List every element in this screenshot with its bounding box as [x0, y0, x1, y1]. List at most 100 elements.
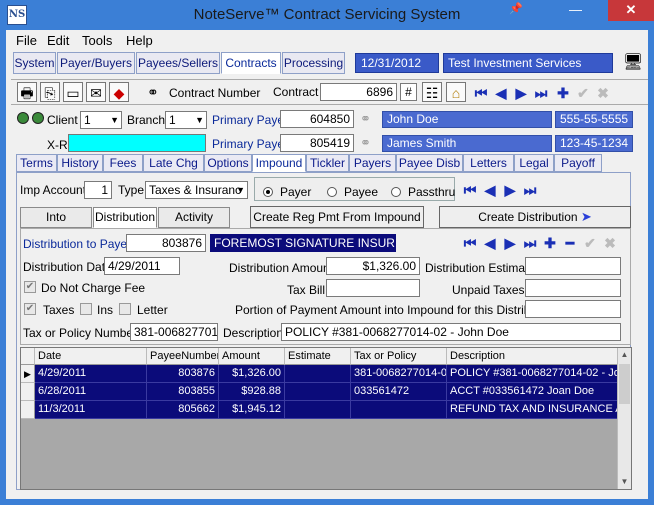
description-field[interactable]: POLICY #381-0068277014-02 - John Doe: [281, 323, 621, 341]
tab-payer-buyers[interactable]: Payer/Buyers: [57, 52, 135, 74]
print-icon[interactable]: 🖶: [17, 82, 37, 102]
distribution-amount-field[interactable]: $1,326.00: [326, 257, 420, 275]
dist-prev-icon[interactable]: ◀: [483, 235, 497, 251]
col-header-tax-policy[interactable]: Tax or Policy: [351, 348, 447, 365]
tax-bill-field[interactable]: [326, 279, 420, 297]
scroll-up-icon[interactable]: ▲: [618, 348, 631, 362]
scroll-thumb[interactable]: [619, 364, 630, 404]
distribution-date-field[interactable]: 4/29/2011: [104, 257, 180, 275]
tab-late-chg[interactable]: Late Chg: [143, 154, 204, 172]
prev-record-icon[interactable]: ◀: [494, 85, 508, 101]
primary-payer-link[interactable]: Primary Payer: [212, 113, 288, 127]
grid-vertical-scrollbar[interactable]: ▲ ▼: [617, 348, 631, 489]
tab-payee-disb[interactable]: Payee Disb: [396, 154, 463, 172]
primary-payer-id-field[interactable]: 604850: [280, 110, 354, 128]
col-header-payee-number[interactable]: PayeeNumber: [147, 348, 219, 365]
tab-payers[interactable]: Payers: [349, 154, 396, 172]
do-not-charge-fee-checkbox[interactable]: ✔: [24, 281, 36, 293]
cell-description[interactable]: REFUND TAX AND INSURANCE A: [447, 401, 619, 419]
contract-field[interactable]: 6896: [320, 83, 397, 101]
first-record-icon[interactable]: ⏮: [474, 85, 488, 101]
house-icon[interactable]: ⌂: [446, 82, 466, 102]
row-selector-icon[interactable]: ▶: [21, 365, 35, 383]
row-selector[interactable]: [21, 383, 35, 401]
cell-tax-policy[interactable]: [351, 401, 447, 419]
mail-icon[interactable]: ✉: [86, 82, 106, 102]
unpaid-taxes-field[interactable]: [525, 279, 621, 297]
imp-last-icon[interactable]: ⏭: [523, 182, 537, 198]
radio-payer[interactable]: [263, 187, 273, 197]
cell-date[interactable]: 4/29/2011: [35, 365, 147, 383]
cell-payee-number[interactable]: 803855: [147, 383, 219, 401]
tab-payoff[interactable]: Payoff: [554, 154, 602, 172]
type-select[interactable]: Taxes & Insuranc ▼: [145, 181, 248, 199]
tab-system[interactable]: System: [13, 52, 56, 74]
client-select[interactable]: 1 ▼: [80, 111, 122, 129]
minimize-button[interactable]: —: [562, 0, 589, 21]
menu-help[interactable]: Help: [126, 33, 153, 48]
primary-payee-id-field[interactable]: 805419: [280, 134, 354, 152]
hash-button[interactable]: #: [400, 83, 417, 101]
tab-contracts[interactable]: Contracts: [221, 52, 281, 74]
imp-prev-icon[interactable]: ◀: [483, 182, 497, 198]
distribution-to-payee-link[interactable]: Distribution to Payee: [23, 237, 134, 251]
cell-estimate[interactable]: [285, 365, 351, 383]
cell-date[interactable]: 6/28/2011: [35, 383, 147, 401]
cell-date[interactable]: 11/3/2011: [35, 401, 147, 419]
letter-checkbox[interactable]: [119, 303, 131, 315]
taxes-checkbox[interactable]: ✔: [24, 303, 36, 315]
tax-policy-field[interactable]: 381-0068277014-: [130, 323, 218, 341]
pin-icon[interactable]: 📌: [505, 0, 527, 21]
imp-next-icon[interactable]: ▶: [503, 182, 517, 198]
menu-file[interactable]: File: [16, 33, 37, 48]
payee-id-field[interactable]: 803876: [126, 234, 206, 252]
distribution-estimate-field[interactable]: [525, 257, 621, 275]
portion-field[interactable]: [525, 300, 621, 318]
primary-payee-link[interactable]: Primary Payee: [212, 137, 291, 151]
ins-checkbox[interactable]: [80, 303, 92, 315]
tab-fees[interactable]: Fees: [103, 154, 143, 172]
branch-select[interactable]: 1 ▼: [165, 111, 207, 129]
col-header-date[interactable]: Date: [35, 348, 147, 365]
cell-amount[interactable]: $1,945.12: [219, 401, 285, 419]
save-check-icon[interactable]: ✔: [576, 85, 590, 101]
notes-icon[interactable]: ☷: [422, 82, 442, 102]
tab-options[interactable]: Options: [204, 154, 252, 172]
cell-tax-policy[interactable]: 033561472: [351, 383, 447, 401]
dist-save-icon[interactable]: ✔: [583, 235, 597, 251]
binoculars-icon-payer[interactable]: ⚭: [360, 111, 371, 127]
copy-icon[interactable]: ⎘: [40, 82, 60, 102]
tab-terms[interactable]: Terms: [16, 154, 57, 172]
tab-distribution[interactable]: Distribution: [93, 207, 157, 228]
cell-tax-policy[interactable]: 381-0068277014-02: [351, 365, 447, 383]
cancel-x-icon[interactable]: ✖: [596, 85, 610, 101]
dist-cancel-icon[interactable]: ✖: [603, 235, 617, 251]
menu-edit[interactable]: Edit: [47, 33, 69, 48]
cell-description[interactable]: ACCT #033561472 Joan Doe: [447, 383, 619, 401]
binoculars-icon-payee[interactable]: ⚭: [360, 135, 371, 151]
dist-last-icon[interactable]: ⏭: [523, 235, 537, 251]
dist-add-icon[interactable]: ✚: [543, 235, 557, 251]
table-row[interactable]: 6/28/2011 803855 $928.88 033561472 ACCT …: [21, 383, 619, 401]
create-distribution-button[interactable]: Create Distribution ➤: [439, 206, 631, 228]
radio-passthru[interactable]: [391, 187, 401, 197]
radio-payee[interactable]: [327, 187, 337, 197]
monitor-icon[interactable]: 🖥: [622, 52, 644, 74]
cell-payee-number[interactable]: 803876: [147, 365, 219, 383]
tab-into-impound[interactable]: Into Impound: [20, 207, 92, 243]
tab-tickler[interactable]: Tickler: [306, 154, 349, 172]
imp-first-icon[interactable]: ⏮: [463, 182, 477, 198]
binoculars-icon[interactable]: ⚭: [147, 84, 159, 101]
create-reg-pmt-button[interactable]: Create Reg Pmt From Impound ➤: [250, 206, 424, 244]
table-row[interactable]: ▶ 4/29/2011 803876 $1,326.00 381-0068277…: [21, 365, 619, 383]
cell-description[interactable]: POLICY #381-0068277014-02 - Joh: [447, 365, 619, 383]
scroll-down-icon[interactable]: ▼: [618, 475, 631, 489]
table-row[interactable]: 11/3/2011 805662 $1,945.12 REFUND TAX AN…: [21, 401, 619, 419]
cell-payee-number[interactable]: 805662: [147, 401, 219, 419]
cell-estimate[interactable]: [285, 401, 351, 419]
col-header-description[interactable]: Description: [447, 348, 619, 365]
tab-letters[interactable]: Letters: [463, 154, 514, 172]
tab-activity-detail[interactable]: Activity Detail: [158, 207, 230, 243]
tab-payees-sellers[interactable]: Payees/Sellers: [136, 52, 220, 74]
last-record-icon[interactable]: ⏭: [534, 85, 548, 101]
